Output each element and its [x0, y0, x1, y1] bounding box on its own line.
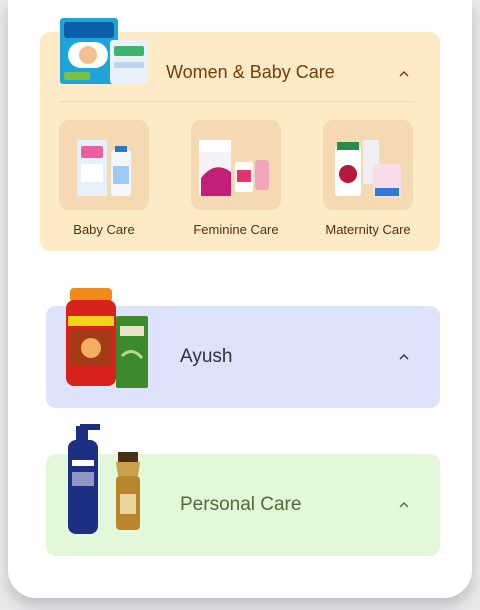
- chyawanprash-jar-icon: [64, 286, 150, 390]
- chevron-up-icon[interactable]: [398, 351, 410, 363]
- category-card-personal-care[interactable]: Personal Care: [46, 424, 440, 556]
- category-card-ayush[interactable]: Ayush: [46, 288, 440, 408]
- maternity-care-products-icon: [323, 120, 413, 210]
- divider: [60, 101, 414, 102]
- category-screen: Women & Baby Care Baby Care Feminine Car…: [8, 0, 472, 598]
- chevron-up-icon[interactable]: [398, 499, 410, 511]
- subcategory-label: Baby Care: [73, 222, 135, 237]
- diaper-pack-icon: [58, 16, 150, 86]
- category-card-women-baby-care[interactable]: Women & Baby Care Baby Care Feminine Car…: [40, 18, 440, 251]
- category-title: Ayush: [180, 346, 233, 367]
- subcategory-baby-care[interactable]: Baby Care: [54, 120, 154, 237]
- subcategory-maternity-care[interactable]: Maternity Care: [318, 120, 418, 237]
- category-title: Personal Care: [180, 494, 302, 515]
- lotion-bottle-icon: [64, 424, 144, 538]
- subcategory-label: Maternity Care: [325, 222, 411, 237]
- subcategory-feminine-care[interactable]: Feminine Care: [186, 120, 286, 237]
- category-title: Women & Baby Care: [166, 62, 335, 82]
- baby-care-products-icon: [59, 120, 149, 210]
- feminine-care-products-icon: [191, 120, 281, 210]
- subcategory-label: Feminine Care: [193, 222, 279, 237]
- chevron-up-icon[interactable]: [398, 68, 410, 80]
